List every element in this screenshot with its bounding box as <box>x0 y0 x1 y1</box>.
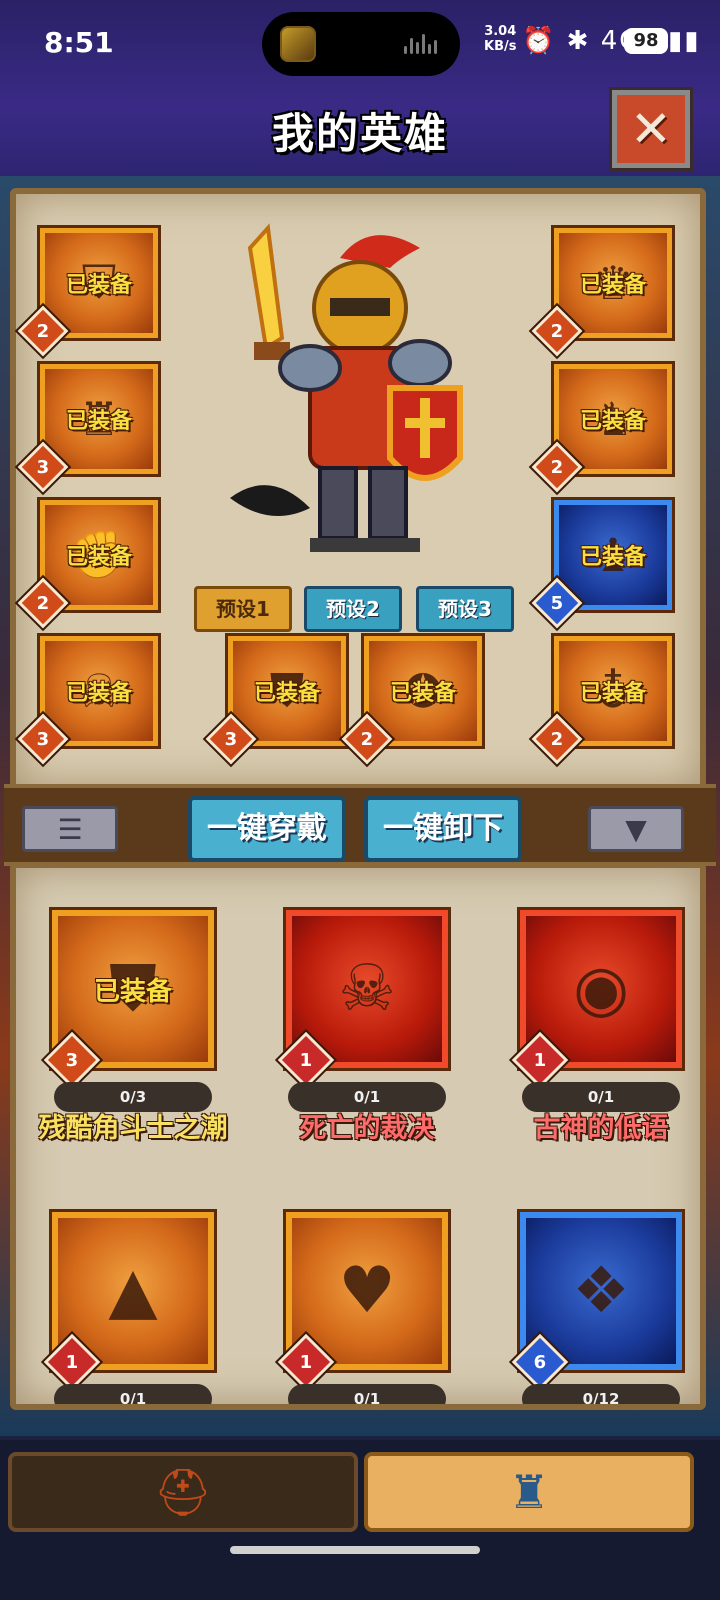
heart-pendant-icon: ♥ <box>338 1254 396 1328</box>
status-time: 8:51 <box>44 26 114 59</box>
level-value: 3 <box>36 728 50 750</box>
net-speed-value: 3.04 <box>484 24 517 39</box>
nav-tab-equipment[interactable]: ♜ <box>364 1452 694 1532</box>
preset-tab-1[interactable]: 预设1 <box>194 586 292 632</box>
close-button[interactable]: ✕ <box>609 87 693 171</box>
item-name: 残酷角斗士之潮 <box>38 1113 228 1144</box>
equip-slot-boots[interactable]: ♞ 已装备 2 <box>528 361 675 496</box>
level-badge: 6 <box>508 1330 572 1394</box>
item-progress: 0/1 <box>54 1384 212 1404</box>
level-value: 2 <box>360 728 374 750</box>
close-icon: ✕ <box>630 100 672 158</box>
item-icon-frame: ▲ 1 <box>40 1209 217 1394</box>
list-view-button[interactable]: ☰ <box>22 806 118 852</box>
item-icon-frame: ♥ 1 <box>274 1209 451 1394</box>
equipped-label: 已装备 <box>579 273 646 298</box>
equip-slot-gauntlet[interactable]: ✊ 已装备 2 <box>14 497 161 632</box>
equip-all-button[interactable]: 一键穿戴 <box>188 796 346 862</box>
level-value: 2 <box>550 456 564 478</box>
equip-slot-ring[interactable]: ✪ 已装备 2 <box>338 633 485 768</box>
equipped-label: 已装备 <box>579 681 646 706</box>
item-icon-frame: ⛊ 已装备 3 <box>40 907 217 1092</box>
network-speed: 3.04 KB/s <box>484 24 516 54</box>
list-icon: ☰ <box>57 812 83 846</box>
home-indicator <box>230 1546 480 1554</box>
hero-knight-sprite <box>230 223 463 552</box>
status-icons: ⏰ ✱ 4G ▮▮▮ <box>522 26 701 56</box>
level-badge: 1 <box>274 1330 338 1394</box>
item-icon-frame: ☠ 1 <box>274 907 451 1092</box>
level-value: 1 <box>65 1351 79 1373</box>
level-value: 2 <box>550 728 564 750</box>
top-bar: 8:51 3.04 KB/s ⏰ ✱ 4G ▮▮▮ 98 我的英雄 ✕ <box>0 0 720 180</box>
level-value: 3 <box>224 728 238 750</box>
equipped-label: 已装备 <box>65 545 132 570</box>
equip-slot-weapon[interactable]: ☠ 已装备 3 <box>14 633 161 768</box>
item-name: 古神的低语 <box>533 1113 669 1144</box>
viking-helmet-icon: ⛑ <box>153 1464 213 1519</box>
level-badge: 1 <box>274 1028 338 1092</box>
audio-wave-icon <box>404 34 438 54</box>
equip-slot-helmet[interactable]: ⛨ 已装备 2 <box>14 225 161 360</box>
equipped-label: 已装备 <box>389 681 456 706</box>
level-value: 1 <box>299 1351 313 1373</box>
level-value: 2 <box>36 320 50 342</box>
level-value: 1 <box>299 1049 313 1071</box>
item-progress: 0/12 <box>522 1384 680 1404</box>
nav-tab-hero[interactable]: ⛑ <box>8 1452 358 1532</box>
level-badge: 1 <box>40 1330 104 1394</box>
level-value: 1 <box>533 1049 547 1071</box>
item-icon-frame: ◉ 1 <box>508 907 685 1092</box>
equip-slot-armor[interactable]: ♜ 已装备 3 <box>14 361 161 496</box>
item-name: 死亡的裁决 <box>299 1113 435 1144</box>
net-speed-unit: KB/s <box>484 39 517 54</box>
level-value: 3 <box>36 456 50 478</box>
skull-pendant-icon: ☠ <box>338 952 396 1026</box>
level-value: 2 <box>550 320 564 342</box>
eye-pendant-icon: ◉ <box>573 952 629 1026</box>
equip-slot-shield[interactable]: ⛊ 已装备 3 <box>202 633 349 768</box>
equipped-label: 已装备 <box>65 681 132 706</box>
equip-slot-amulet[interactable]: ♁ 已装备 2 <box>528 633 675 768</box>
inventory-panel: ⛊ 已装备 3 0/3 残酷角斗士之潮 ☠ 1 0/1 死亡的裁决 ◉ 1 0/… <box>10 862 706 1410</box>
item-progress: 0/1 <box>522 1082 680 1112</box>
filter-button[interactable]: ▼ <box>588 806 684 852</box>
level-badge: 3 <box>40 1028 104 1092</box>
equip-slot-beast-armor[interactable]: ♝ 已装备 5 <box>528 497 675 632</box>
level-value: 3 <box>65 1049 79 1071</box>
dynamic-island <box>262 12 460 76</box>
level-value: 6 <box>533 1351 547 1373</box>
equipped-label: 已装备 <box>65 273 132 298</box>
equipped-label: 已装备 <box>65 409 132 434</box>
equipped-label: 已装备 <box>579 409 646 434</box>
filter-icon: ▼ <box>625 812 647 846</box>
item-progress: 0/3 <box>54 1082 212 1112</box>
level-value: 2 <box>36 592 50 614</box>
item-icon-frame: ❖ 6 <box>508 1209 685 1394</box>
game-app-icon <box>280 26 316 62</box>
armor-icon: ♜ <box>508 1465 550 1519</box>
equipped-label: 已装备 <box>93 976 172 1007</box>
bottom-nav: ⛑ ♜ <box>0 1440 720 1600</box>
level-badge: 1 <box>508 1028 572 1092</box>
equipped-label: 已装备 <box>253 681 320 706</box>
level-value: 5 <box>550 592 564 614</box>
item-progress: 0/1 <box>288 1384 446 1404</box>
equip-slot-flame-helm[interactable]: ♛ 已装备 2 <box>528 225 675 360</box>
action-toolbar: ☰ 一键穿戴 一键卸下 ▼ <box>4 784 716 866</box>
status-bar: 8:51 3.04 KB/s ⏰ ✱ 4G ▮▮▮ 98 <box>0 0 720 90</box>
equipped-label: 已装备 <box>579 545 646 570</box>
preset-tab-3[interactable]: 预设3 <box>416 586 514 632</box>
volcano-card-icon: ▲ <box>108 1254 158 1328</box>
item-progress: 0/1 <box>288 1082 446 1112</box>
unequip-all-button[interactable]: 一键卸下 <box>364 796 522 862</box>
battery-indicator: 98 <box>624 28 668 54</box>
preset-tab-2[interactable]: 预设2 <box>304 586 402 632</box>
magic-tome-icon: ❖ <box>572 1254 630 1328</box>
